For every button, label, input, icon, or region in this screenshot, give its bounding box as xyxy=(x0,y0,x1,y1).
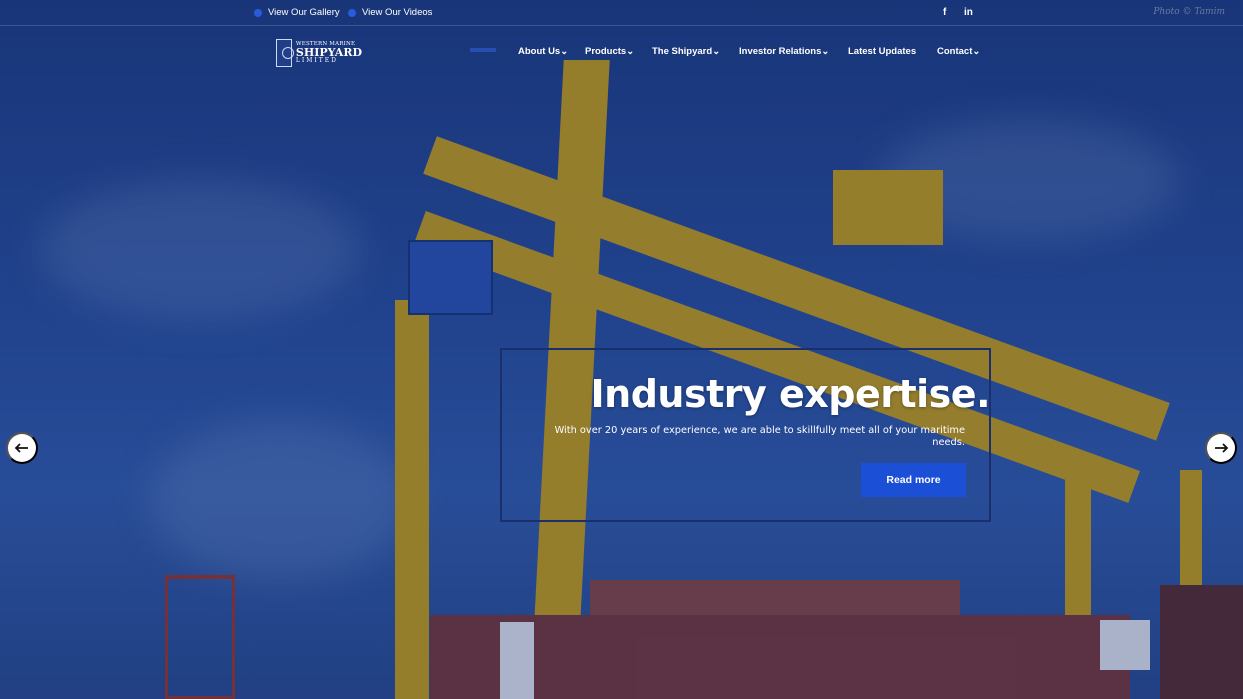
nav-latest-updates-label: Latest Updates xyxy=(848,46,917,57)
nav-products[interactable]: Products⌄ xyxy=(585,46,634,57)
slider-prev-button[interactable] xyxy=(6,432,38,464)
facebook-icon[interactable]: f xyxy=(943,7,946,18)
nav-products-label: Products xyxy=(585,46,627,57)
chevron-down-icon: ⌄ xyxy=(626,46,635,57)
video-icon xyxy=(348,8,356,17)
photo-credit-watermark: Photo © Tamim xyxy=(1153,7,1225,17)
nav-investor-relations[interactable]: Investor Relations⌄ xyxy=(739,46,829,57)
site-logo[interactable]: WESTERN MARINE SHIPYARD LIMITED xyxy=(276,38,362,68)
chevron-down-icon: ⌄ xyxy=(560,46,569,57)
logo-line-3: LIMITED xyxy=(295,57,338,65)
arrow-right-icon xyxy=(1215,443,1228,453)
arrow-left-icon xyxy=(15,443,28,453)
hero-subtext: With over 20 years of experience, we are… xyxy=(554,425,965,448)
view-videos-label: View Our Videos xyxy=(362,7,433,18)
hero-headline: Industry expertise. xyxy=(590,372,991,416)
nav-active-indicator xyxy=(470,48,496,52)
view-gallery-link[interactable]: View Our Gallery xyxy=(254,7,340,18)
linkedin-icon[interactable]: in xyxy=(964,7,973,18)
nav-investor-relations-label: Investor Relations xyxy=(739,46,822,57)
logo-emblem-icon xyxy=(276,39,294,67)
nav-the-shipyard[interactable]: The Shipyard⌄ xyxy=(652,46,720,57)
view-gallery-label: View Our Gallery xyxy=(268,7,340,18)
logo-text: WESTERN MARINE SHIPYARD LIMITED xyxy=(295,41,362,65)
nav-about-us[interactable]: About Us⌄ xyxy=(518,46,568,57)
chevron-down-icon: ⌄ xyxy=(821,46,830,57)
slider-next-button[interactable] xyxy=(1205,432,1237,464)
nav-contact-label: Contact xyxy=(937,46,973,57)
view-videos-link[interactable]: View Our Videos xyxy=(348,7,432,18)
nav-contact[interactable]: Contact⌄ xyxy=(937,46,980,57)
read-more-button[interactable]: Read more xyxy=(861,463,966,497)
gallery-icon xyxy=(254,8,262,17)
chevron-down-icon: ⌄ xyxy=(712,46,721,57)
nav-latest-updates[interactable]: Latest Updates xyxy=(848,46,916,57)
nav-the-shipyard-label: The Shipyard xyxy=(652,46,713,57)
top-bar: View Our Gallery View Our Videos f in Ph… xyxy=(0,0,1243,26)
nav-about-us-label: About Us xyxy=(518,46,561,57)
chevron-down-icon: ⌄ xyxy=(972,46,981,57)
